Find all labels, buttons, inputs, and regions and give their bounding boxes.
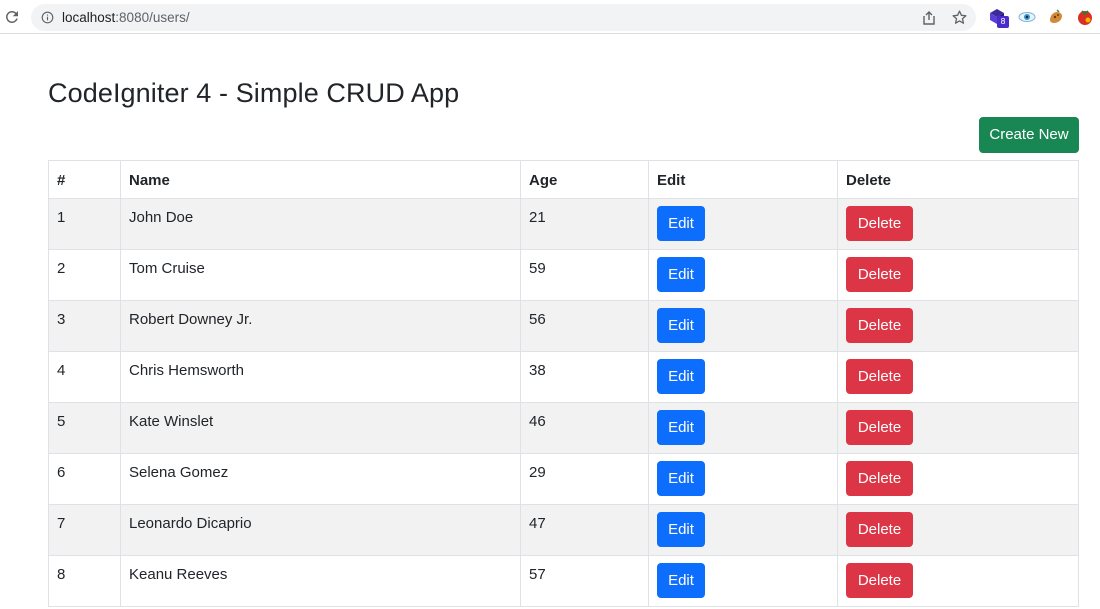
edit-cell: Edit (648, 453, 838, 505)
reload-icon[interactable] (3, 8, 21, 26)
edit-cell: Edit (648, 249, 838, 301)
url-path: :8080/users/ (115, 10, 190, 25)
edit-cell: Edit (648, 555, 838, 607)
info-icon[interactable] (41, 11, 54, 24)
row-name: Keanu Reeves (120, 555, 521, 607)
row-name: Leonardo Dicaprio (120, 504, 521, 556)
row-number: 1 (48, 198, 121, 250)
edit-cell: Edit (648, 198, 838, 250)
browser-toolbar: localhost:8080/users/ 8 (0, 0, 1100, 34)
row-name: Tom Cruise (120, 249, 521, 301)
users-table: # Name Age Edit Delete 1 John Doe 21 Edi… (48, 160, 1079, 607)
row-number: 6 (48, 453, 121, 505)
cookie-extension-icon[interactable] (1046, 7, 1066, 27)
row-number: 8 (48, 555, 121, 607)
delete-button[interactable]: Delete (846, 461, 913, 496)
create-new-button[interactable]: Create New (979, 117, 1079, 153)
table-row: 2 Tom Cruise 59 Edit Delete (48, 249, 1079, 301)
tomato-extension-icon[interactable] (1075, 7, 1095, 27)
row-number: 3 (48, 300, 121, 352)
edit-button[interactable]: Edit (657, 308, 705, 343)
row-name: John Doe (120, 198, 521, 250)
delete-cell: Delete (837, 249, 1079, 301)
row-name: Kate Winslet (120, 402, 521, 454)
delete-button[interactable]: Delete (846, 512, 913, 547)
edit-button[interactable]: Edit (657, 206, 705, 241)
delete-cell: Delete (837, 555, 1079, 607)
url-text[interactable]: localhost:8080/users/ (62, 10, 190, 25)
row-age: 57 (520, 555, 649, 607)
row-age: 46 (520, 402, 649, 454)
edit-button[interactable]: Edit (657, 563, 705, 598)
header-age: Age (520, 160, 649, 199)
row-age: 21 (520, 198, 649, 250)
table-row: 7 Leonardo Dicaprio 47 Edit Delete (48, 504, 1079, 556)
delete-cell: Delete (837, 402, 1079, 454)
edit-cell: Edit (648, 300, 838, 352)
edit-cell: Edit (648, 351, 838, 403)
delete-button[interactable]: Delete (846, 359, 913, 394)
row-age: 47 (520, 504, 649, 556)
table-row: 8 Keanu Reeves 57 Edit Delete (48, 555, 1079, 607)
row-age: 38 (520, 351, 649, 403)
header-delete: Delete (837, 160, 1079, 199)
row-name: Robert Downey Jr. (120, 300, 521, 352)
delete-button[interactable]: Delete (846, 563, 913, 598)
page-title: CodeIgniter 4 - Simple CRUD App (48, 78, 460, 108)
edit-button[interactable]: Edit (657, 461, 705, 496)
table-row: 4 Chris Hemsworth 38 Edit Delete (48, 351, 1079, 403)
table-row: 3 Robert Downey Jr. 56 Edit Delete (48, 300, 1079, 352)
table-row: 5 Kate Winslet 46 Edit Delete (48, 402, 1079, 454)
address-bar[interactable]: localhost:8080/users/ (31, 4, 976, 31)
header-name: Name (120, 160, 521, 199)
table-row: 6 Selena Gomez 29 Edit Delete (48, 453, 1079, 505)
edit-cell: Edit (648, 402, 838, 454)
row-number: 4 (48, 351, 121, 403)
edit-button[interactable]: Edit (657, 257, 705, 292)
row-age: 56 (520, 300, 649, 352)
row-name: Chris Hemsworth (120, 351, 521, 403)
row-number: 5 (48, 402, 121, 454)
header-number: # (48, 160, 121, 199)
row-name: Selena Gomez (120, 453, 521, 505)
row-age: 29 (520, 453, 649, 505)
extension-badge: 8 (997, 16, 1009, 28)
row-number: 7 (48, 504, 121, 556)
delete-button[interactable]: Delete (846, 206, 913, 241)
delete-cell: Delete (837, 504, 1079, 556)
edit-button[interactable]: Edit (657, 410, 705, 445)
edit-button[interactable]: Edit (657, 512, 705, 547)
edit-cell: Edit (648, 504, 838, 556)
table-header-row: # Name Age Edit Delete (48, 160, 1079, 199)
edit-button[interactable]: Edit (657, 359, 705, 394)
delete-button[interactable]: Delete (846, 308, 913, 343)
delete-cell: Delete (837, 300, 1079, 352)
eye-extension-icon[interactable] (1017, 7, 1037, 27)
url-host: localhost (62, 10, 116, 25)
share-icon[interactable] (921, 10, 937, 26)
delete-cell: Delete (837, 198, 1079, 250)
delete-cell: Delete (837, 351, 1079, 403)
row-age: 59 (520, 249, 649, 301)
row-number: 2 (48, 249, 121, 301)
delete-cell: Delete (837, 453, 1079, 505)
header-edit: Edit (648, 160, 838, 199)
star-icon[interactable] (951, 9, 968, 26)
table-row: 1 John Doe 21 Edit Delete (48, 198, 1079, 250)
delete-button[interactable]: Delete (846, 257, 913, 292)
delete-button[interactable]: Delete (846, 410, 913, 445)
